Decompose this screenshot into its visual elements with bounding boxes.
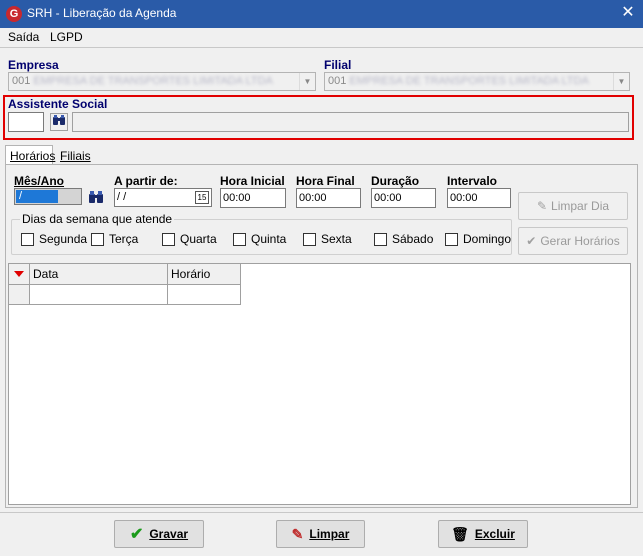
chevron-down-icon[interactable]: ▼ xyxy=(299,73,315,90)
hora-inicial-input[interactable] xyxy=(220,188,286,208)
hora-final-input[interactable] xyxy=(296,188,361,208)
a-partir-value: / / xyxy=(117,191,127,203)
gravar-button[interactable]: ✔ Gravar xyxy=(114,520,204,548)
close-icon[interactable]: ✕ xyxy=(617,3,639,25)
excluir-button[interactable]: 🗑 Excluir xyxy=(438,520,528,548)
menu-saida[interactable]: Saída xyxy=(8,30,39,44)
binoculars-icon[interactable] xyxy=(88,189,104,205)
quarta-checkbox[interactable] xyxy=(162,233,175,246)
quinta-label: Quinta xyxy=(251,232,287,246)
domingo-label: Domingo xyxy=(463,232,512,246)
grid-corner xyxy=(9,264,30,285)
empresa-label: Empresa xyxy=(8,58,59,72)
menu-lgpd[interactable]: LGPD xyxy=(50,30,83,44)
filial-select[interactable]: 001 EMPRESA DE TRANSPORTES LIMITADA LTDA… xyxy=(324,72,630,91)
chevron-down-icon[interactable]: ▼ xyxy=(613,73,629,90)
grid-cell-horario[interactable] xyxy=(168,285,241,305)
tab-horarios[interactable]: Horários xyxy=(5,145,55,165)
sexta-label: Sexta xyxy=(321,232,352,246)
empresa-select[interactable]: 001 EMPRESA DE TRANSPORTES LIMITADA LTDA… xyxy=(8,72,316,91)
sexta-checkbox[interactable] xyxy=(303,233,316,246)
footer-divider xyxy=(0,512,643,513)
mes-ano-label: Mês/Ano xyxy=(14,174,65,188)
check-icon: ✔ xyxy=(526,234,537,248)
grid-header-horario[interactable]: Horário xyxy=(168,264,241,285)
eraser-icon: ✎ xyxy=(536,199,548,213)
sabado-label: Sábado xyxy=(392,232,434,246)
sabado-checkbox[interactable] xyxy=(374,233,387,246)
binoculars-icon[interactable] xyxy=(50,113,68,131)
filial-name-blurred: EMPRESA DE TRANSPORTES LIMITADA LTDA xyxy=(349,75,589,87)
duracao-label: Duração xyxy=(371,174,420,188)
grid-cell-data[interactable] xyxy=(30,285,168,305)
empresa-code: 001 xyxy=(12,75,31,87)
segunda-label: Segunda xyxy=(39,232,88,246)
mes-ano-input[interactable]: / xyxy=(14,188,82,205)
quinta-checkbox[interactable] xyxy=(233,233,246,246)
hora-final-label: Hora Final xyxy=(296,174,355,188)
menu-bar: Saída LGPD xyxy=(0,28,643,47)
dias-semana-title: Dias da semana que atende xyxy=(20,212,175,226)
terca-label: Terça xyxy=(109,232,139,246)
quarta-label: Quarta xyxy=(180,232,217,246)
limpar-button[interactable]: ✎ Limpar xyxy=(276,520,365,548)
hora-inicial-label: Hora Inicial xyxy=(220,174,285,188)
trash-icon: 🗑 xyxy=(451,525,469,542)
domingo-checkbox[interactable] xyxy=(445,233,458,246)
sort-down-icon xyxy=(14,271,24,277)
assistente-social-label: Assistente Social xyxy=(8,97,108,111)
grid-header-data[interactable]: Data xyxy=(30,264,168,285)
filial-code: 001 xyxy=(328,75,347,87)
gerar-horarios-button[interactable]: ✔ Gerar Horários xyxy=(518,227,628,255)
a-partir-label: A partir de: xyxy=(114,174,178,188)
filial-label: Filial xyxy=(324,58,352,72)
limpar-dia-button[interactable]: ✎ Limpar Dia xyxy=(518,192,628,220)
check-icon: ✔ xyxy=(129,526,144,543)
intervalo-input[interactable] xyxy=(447,188,511,208)
assistente-name-field xyxy=(72,112,629,132)
title-bar: G SRH - Liberação da Agenda ✕ xyxy=(0,0,643,28)
app-logo-icon: G xyxy=(6,6,22,22)
tab-filiais[interactable]: Filiais xyxy=(56,146,96,166)
mes-ano-value: / xyxy=(16,190,58,203)
segunda-checkbox[interactable] xyxy=(21,233,34,246)
a-partir-input[interactable]: / / 15 xyxy=(114,188,212,207)
menu-divider xyxy=(0,47,643,48)
terca-checkbox[interactable] xyxy=(91,233,104,246)
grid-row-indicator xyxy=(9,285,30,305)
empresa-name-blurred: EMPRESA DE TRANSPORTES LIMITADA LTDA xyxy=(33,75,273,87)
eraser-icon: ✎ xyxy=(291,525,304,542)
window-title: SRH - Liberação da Agenda xyxy=(27,6,177,20)
intervalo-label: Intervalo xyxy=(447,174,498,188)
calendar-icon[interactable]: 15 xyxy=(195,191,209,204)
duracao-input[interactable] xyxy=(371,188,436,208)
assistente-code-input[interactable] xyxy=(8,112,44,132)
